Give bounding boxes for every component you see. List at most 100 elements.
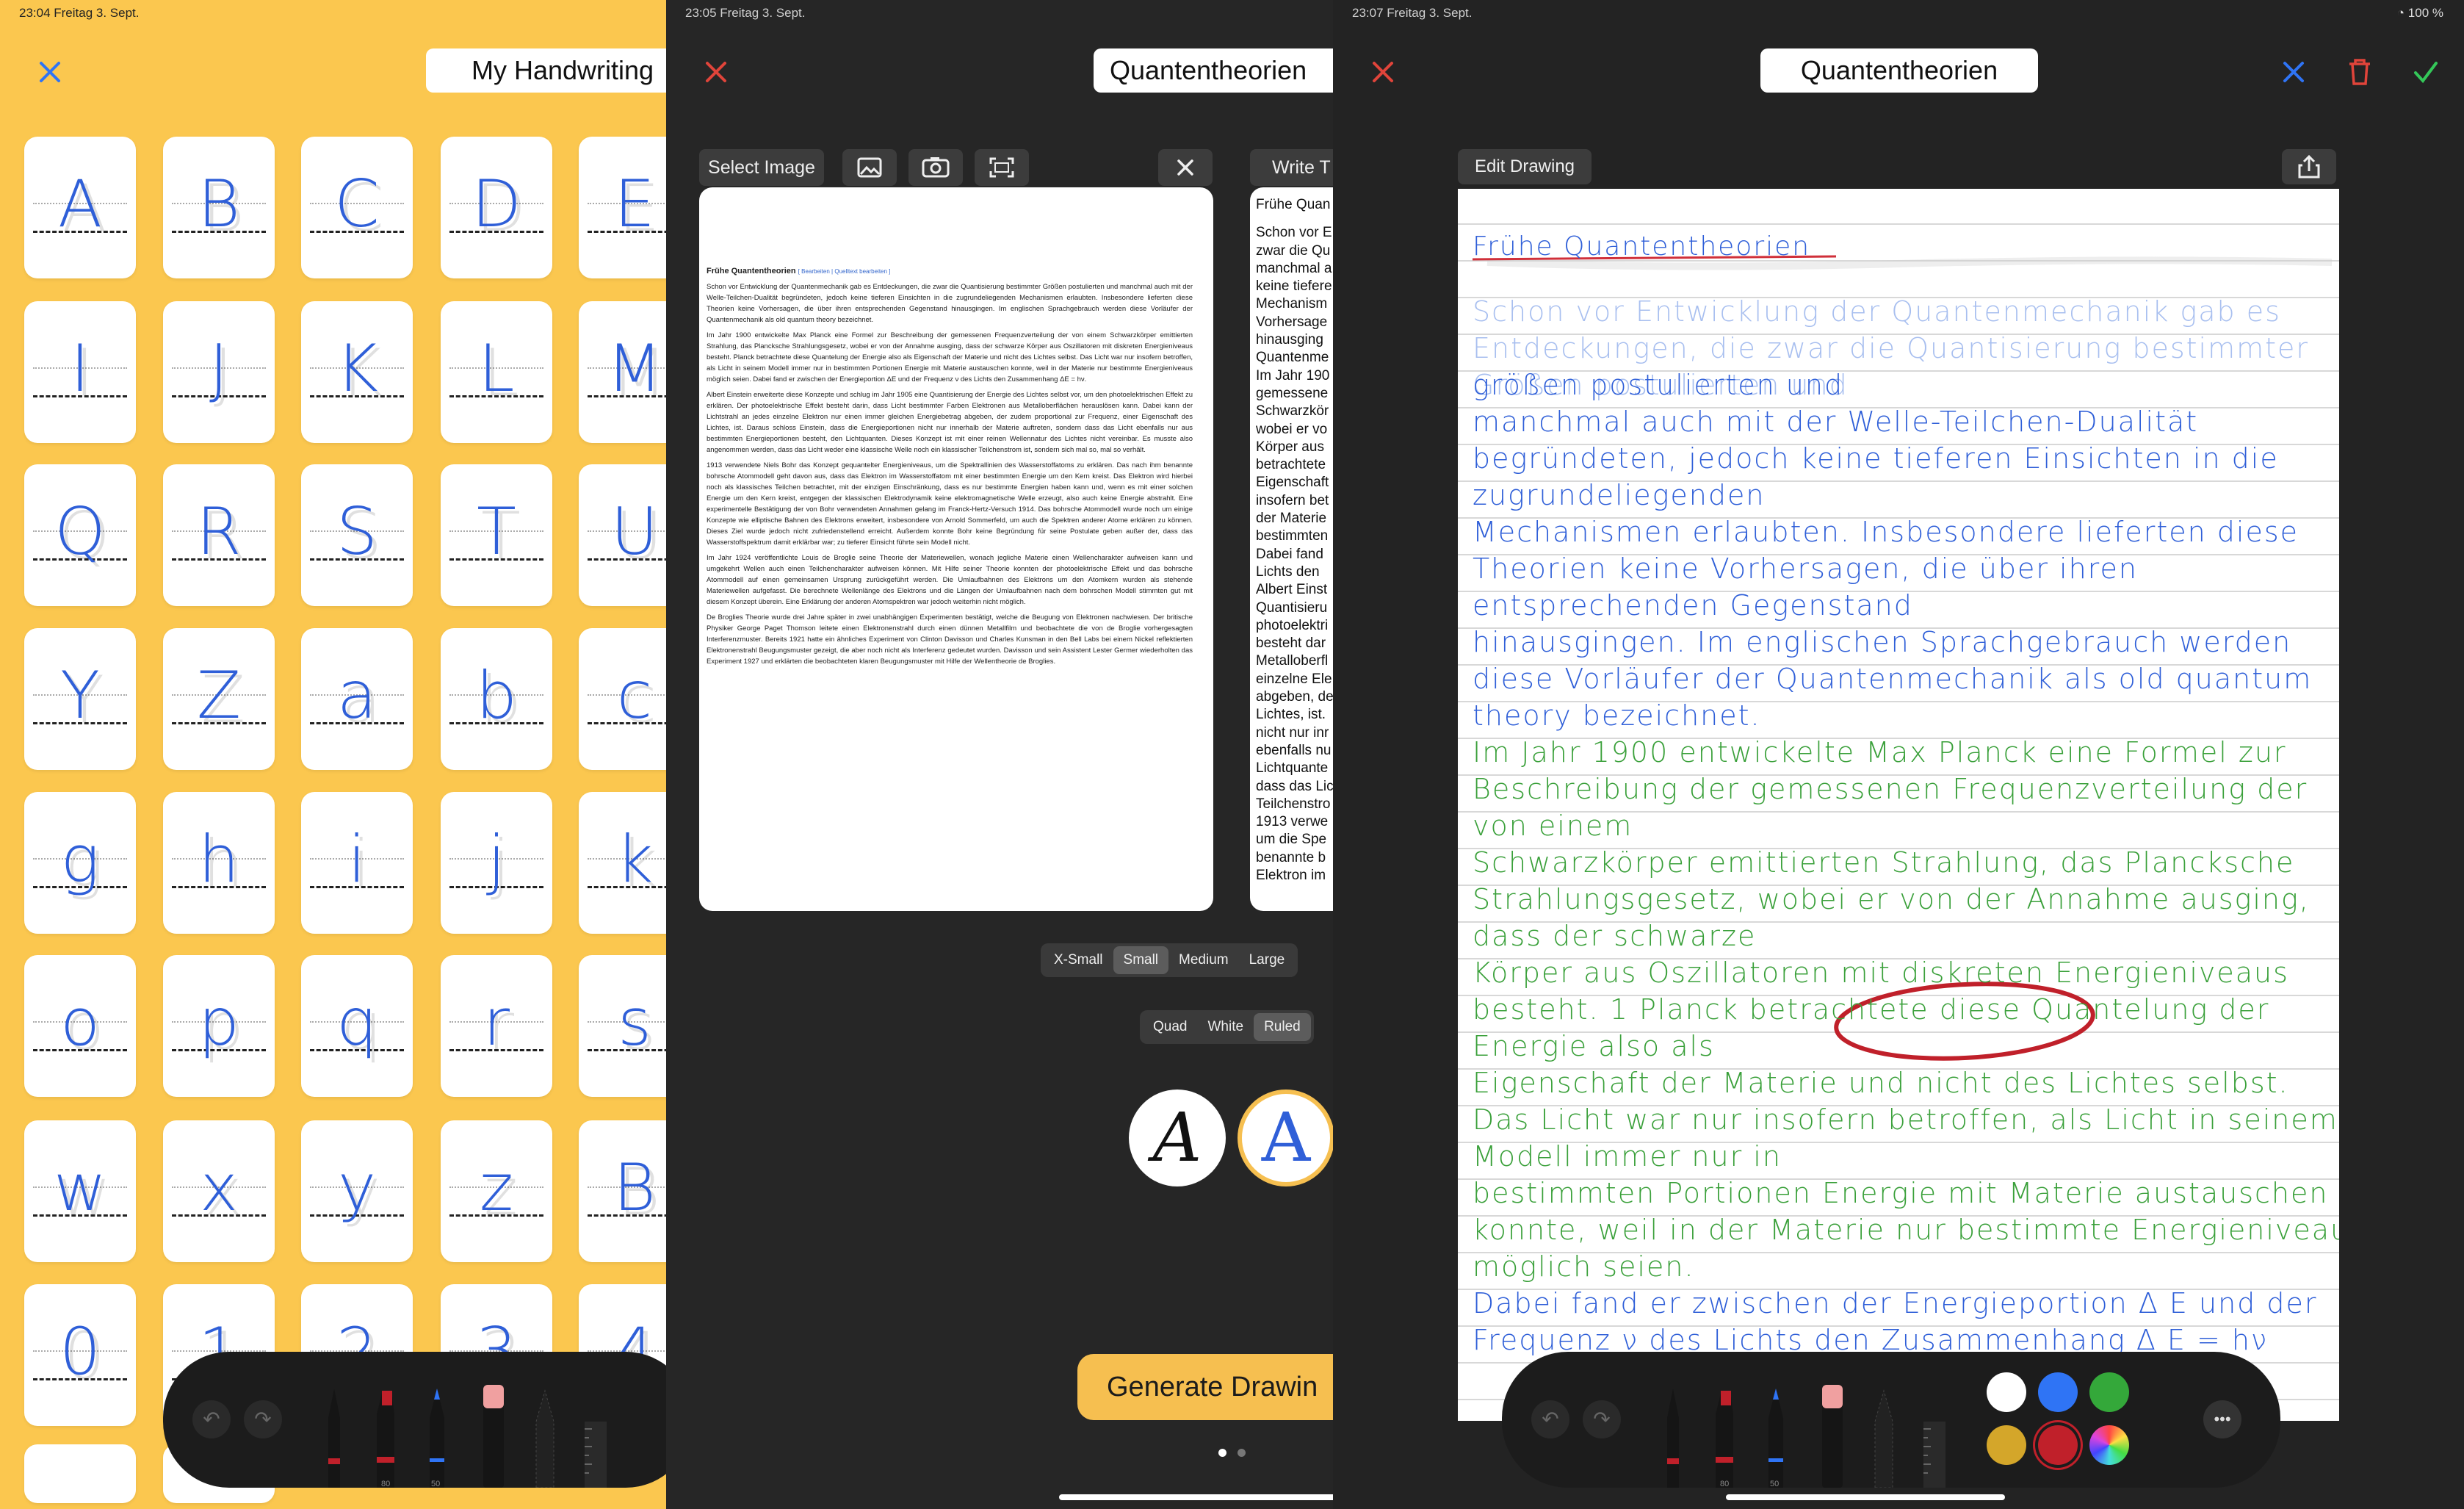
letter-tile[interactable]: 0 <box>24 1284 136 1426</box>
letter-tile[interactable]: g <box>24 792 136 934</box>
paper-quad[interactable]: Quad <box>1143 1013 1197 1041</box>
letter-tile[interactable]: o <box>24 955 136 1097</box>
marker-tool[interactable]: 80 <box>372 1377 399 1488</box>
scan-document-button[interactable] <box>975 149 1029 186</box>
undo-icon[interactable]: ↶ <box>192 1400 231 1438</box>
size-xsmall[interactable]: X-Small <box>1044 946 1113 974</box>
eraser-tool[interactable] <box>479 1377 505 1488</box>
font-option-handwriting[interactable]: A <box>1238 1090 1333 1186</box>
pen-tool[interactable] <box>321 1377 347 1488</box>
trash-icon[interactable] <box>2346 57 2373 85</box>
letter-tile[interactable]: I <box>24 301 136 443</box>
letter-tile[interactable]: c <box>579 628 666 770</box>
paper-ruled[interactable]: Ruled <box>1254 1013 1311 1041</box>
ruler-tool[interactable] <box>1921 1377 1947 1488</box>
color-red-selected[interactable] <box>2038 1425 2078 1465</box>
doc-edit-links[interactable]: [ Bearbeiten | Quelltext bearbeiten ] <box>798 268 891 275</box>
color-picker-icon[interactable] <box>2089 1425 2129 1465</box>
letter-tile[interactable]: A <box>24 137 136 278</box>
color-yellow[interactable] <box>1987 1425 2026 1465</box>
preview-line: manchmal a <box>1256 260 1332 276</box>
color-blue[interactable] <box>2038 1372 2078 1412</box>
marker-tool[interactable]: 80 <box>1711 1377 1738 1488</box>
close-icon[interactable] <box>1370 59 1396 85</box>
pen-tool[interactable] <box>1660 1377 1686 1488</box>
handwritten-line: Das Licht war nur insofern betroffen, al… <box>1473 1103 2338 1136</box>
letter-glyph: 0 <box>59 1314 101 1389</box>
page-indicator-dot[interactable] <box>1218 1449 1226 1457</box>
letter-tile[interactable]: k <box>579 792 666 934</box>
letter-tile[interactable] <box>24 1444 136 1503</box>
letter-tile[interactable]: B <box>579 1120 666 1262</box>
letter-tile[interactable]: U <box>579 464 666 606</box>
close-icon[interactable] <box>37 59 63 85</box>
clear-image-button[interactable] <box>1158 149 1213 186</box>
page-indicator-dot[interactable] <box>1238 1449 1246 1457</box>
letter-tile[interactable]: L <box>441 301 552 443</box>
size-large[interactable]: Large <box>1239 946 1296 974</box>
size-medium[interactable]: Medium <box>1168 946 1239 974</box>
photo-library-button[interactable] <box>842 149 897 186</box>
size-selector[interactable]: X-Small Small Medium Large <box>1041 943 1298 977</box>
letter-tile[interactable]: i <box>301 792 413 934</box>
letter-tile[interactable]: s <box>579 955 666 1097</box>
letter-tile[interactable]: a <box>301 628 413 770</box>
camera-button[interactable] <box>908 149 963 186</box>
status-time: 23:04 Freitag 3. Sept. <box>19 6 140 20</box>
share-button[interactable] <box>2282 149 2336 184</box>
letter-tile[interactable]: q <box>301 955 413 1097</box>
eraser-tool[interactable] <box>1818 1377 1844 1488</box>
letter-tile[interactable]: T <box>441 464 552 606</box>
letter-tile[interactable]: y <box>301 1120 413 1262</box>
preview-line: um die Spe <box>1256 832 1327 848</box>
letter-glyph: I <box>71 331 90 406</box>
letter-tile[interactable]: D <box>441 137 552 278</box>
letter-tile[interactable]: p <box>163 955 275 1097</box>
handwritten-line: Dabei fand er zwischen der Energieportio… <box>1473 1287 2318 1319</box>
page-title[interactable]: Quantentheorien <box>1760 48 2038 93</box>
more-icon[interactable]: ••• <box>2203 1400 2241 1438</box>
ruler-tool[interactable] <box>582 1377 608 1488</box>
letter-tile[interactable]: E <box>579 137 666 278</box>
letter-tile[interactable]: J <box>163 301 275 443</box>
letter-tile[interactable]: C <box>301 137 413 278</box>
color-green[interactable] <box>2089 1372 2129 1412</box>
size-small[interactable]: Small <box>1113 946 1169 974</box>
generate-drawing-button[interactable]: Generate Drawin <box>1077 1354 1333 1420</box>
letter-tile[interactable]: M <box>579 301 666 443</box>
checkmark-icon[interactable] <box>2413 59 2439 85</box>
color-white[interactable] <box>1987 1372 2026 1412</box>
page-title[interactable]: My Handwriting <box>426 48 666 93</box>
letter-tile[interactable]: x <box>163 1120 275 1262</box>
letter-tile[interactable]: b <box>441 628 552 770</box>
write-tab[interactable]: Write T <box>1250 149 1333 186</box>
redo-icon[interactable]: ↷ <box>1583 1400 1621 1438</box>
letter-tile[interactable]: Y <box>24 628 136 770</box>
letter-tile[interactable]: h <box>163 792 275 934</box>
letter-tile[interactable]: w <box>24 1120 136 1262</box>
pencil-tool[interactable]: 50 <box>424 1377 450 1488</box>
home-indicator <box>1726 1494 2005 1500</box>
letter-tile[interactable]: r <box>441 955 552 1097</box>
letter-tile[interactable]: S <box>301 464 413 606</box>
lasso-tool[interactable] <box>1869 1377 1896 1488</box>
letter-glyph: B <box>198 166 240 242</box>
letter-tile[interactable]: K <box>301 301 413 443</box>
letter-tile[interactable]: B <box>163 137 275 278</box>
cancel-icon[interactable] <box>2280 59 2307 85</box>
letter-tile[interactable]: j <box>441 792 552 934</box>
lasso-tool[interactable] <box>530 1377 557 1488</box>
undo-icon[interactable]: ↶ <box>1531 1400 1569 1438</box>
drawing-canvas[interactable]: Frühe Quantentheorien Schon vor Entwickl… <box>1458 189 2339 1421</box>
letter-tile[interactable]: R <box>163 464 275 606</box>
font-option-cursive[interactable]: A <box>1129 1090 1226 1186</box>
letter-tile[interactable]: Z <box>163 628 275 770</box>
letter-tile[interactable]: Q <box>24 464 136 606</box>
pencil-tool[interactable]: 50 <box>1763 1377 1789 1488</box>
paper-selector[interactable]: Quad White Ruled <box>1140 1010 1314 1044</box>
paper-white[interactable]: White <box>1197 1013 1254 1041</box>
redo-icon[interactable]: ↷ <box>244 1400 282 1438</box>
close-icon[interactable] <box>703 59 729 85</box>
letter-tile[interactable]: z <box>441 1120 552 1262</box>
page-title[interactable]: Quantentheorien <box>1094 48 1333 93</box>
